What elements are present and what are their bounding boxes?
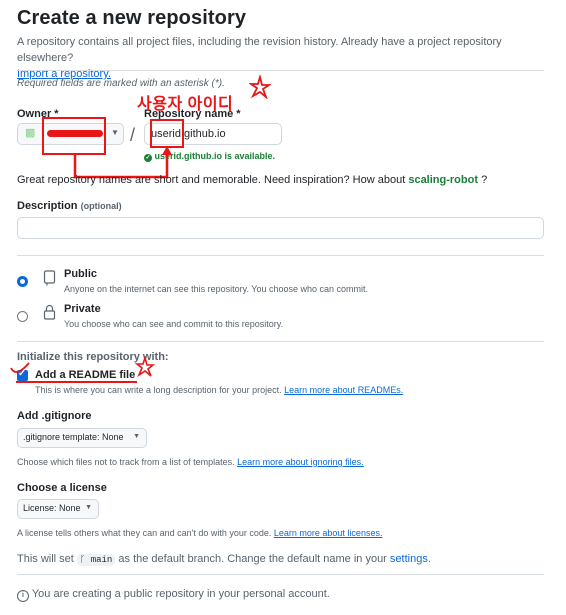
divider <box>17 255 544 256</box>
readme-learn-more-link[interactable]: Learn more about READMEs. <box>284 385 403 395</box>
annotation-korean-label: 사용자 아이디 <box>137 96 234 113</box>
divider <box>17 70 544 71</box>
name-suggestion: Great repository names are short and mem… <box>17 174 487 186</box>
lock-icon <box>43 304 56 320</box>
chevron-down-icon: ▼ <box>133 433 140 440</box>
annotation-box-repo <box>150 119 184 148</box>
divider <box>17 574 544 575</box>
annotation-check-mark <box>10 362 30 373</box>
readme-help-text: This is where you can write a long descr… <box>35 385 282 395</box>
description-label-text: Description <box>17 200 78 212</box>
divider <box>17 341 544 342</box>
readme-label[interactable]: Add a README file <box>35 369 135 381</box>
default-branch-note: This will set ᚴ main as the default bran… <box>17 553 431 566</box>
gitignore-select-text: .gitignore template: None <box>23 432 124 442</box>
private-description: You choose who can see and commit to thi… <box>64 319 284 329</box>
description-optional: (optional) <box>80 201 122 211</box>
page-description-text: A repository contains all project files,… <box>17 36 502 64</box>
gitignore-label: Add .gitignore <box>17 410 92 422</box>
public-radio[interactable] <box>17 276 28 287</box>
page-description: A repository contains all project files,… <box>17 34 557 82</box>
notice-text: You are creating a public repository in … <box>31 588 330 600</box>
page-title: Create a new repository <box>17 7 247 29</box>
license-learn-more-link[interactable]: Learn more about licenses. <box>274 528 383 538</box>
private-radio[interactable] <box>17 311 28 322</box>
owner-avatar-icon: ▩ <box>25 127 36 139</box>
info-icon: i <box>17 590 29 602</box>
git-branch-icon: ᚴ <box>79 555 86 565</box>
public-description: Anyone on the internet can see this repo… <box>64 284 369 294</box>
annotation-star-icon-2 <box>135 356 155 378</box>
annotation-star-icon <box>249 75 271 99</box>
required-fields-note: Required fields are marked with an aster… <box>17 78 225 89</box>
chevron-down-icon: ▼ <box>111 128 119 137</box>
path-separator: / <box>130 125 136 145</box>
public-repo-notice: i You are creating a public repository i… <box>17 588 330 602</box>
repo-icon <box>43 270 56 286</box>
description-label: Description (optional) <box>17 200 122 212</box>
license-help: A license tells others what they can and… <box>17 528 382 538</box>
license-label: Choose a license <box>17 482 107 494</box>
suggestion-text: Great repository names are short and mem… <box>17 174 406 186</box>
branch-suffix: . <box>427 553 431 565</box>
annotation-underline <box>16 381 137 383</box>
suggestion-name[interactable]: scaling-robot <box>408 174 478 186</box>
gitignore-help-text: Choose which files not to track from a l… <box>17 457 235 467</box>
public-title: Public <box>64 268 98 280</box>
gitignore-learn-more-link[interactable]: Learn more about ignoring files. <box>237 457 364 467</box>
private-title: Private <box>64 303 101 315</box>
license-help-text: A license tells others what they can and… <box>17 528 272 538</box>
branch-middle: as the default branch. Change the defaul… <box>118 553 387 565</box>
suggestion-end: ? <box>481 174 488 186</box>
gitignore-help: Choose which files not to track from a l… <box>17 457 364 467</box>
chevron-down-icon: ▼ <box>85 504 92 511</box>
description-input[interactable] <box>17 217 544 239</box>
readme-help: This is where you can write a long descr… <box>35 385 403 395</box>
branch-badge: ᚴ main <box>76 554 116 566</box>
settings-link[interactable]: settings <box>390 553 428 565</box>
gitignore-template-select[interactable]: .gitignore template: None ▼ <box>17 428 147 448</box>
license-select[interactable]: License: None ▼ <box>17 499 99 519</box>
license-select-text: License: None <box>23 503 81 513</box>
branch-prefix: This will set <box>17 553 74 565</box>
branch-name: main <box>90 555 113 565</box>
